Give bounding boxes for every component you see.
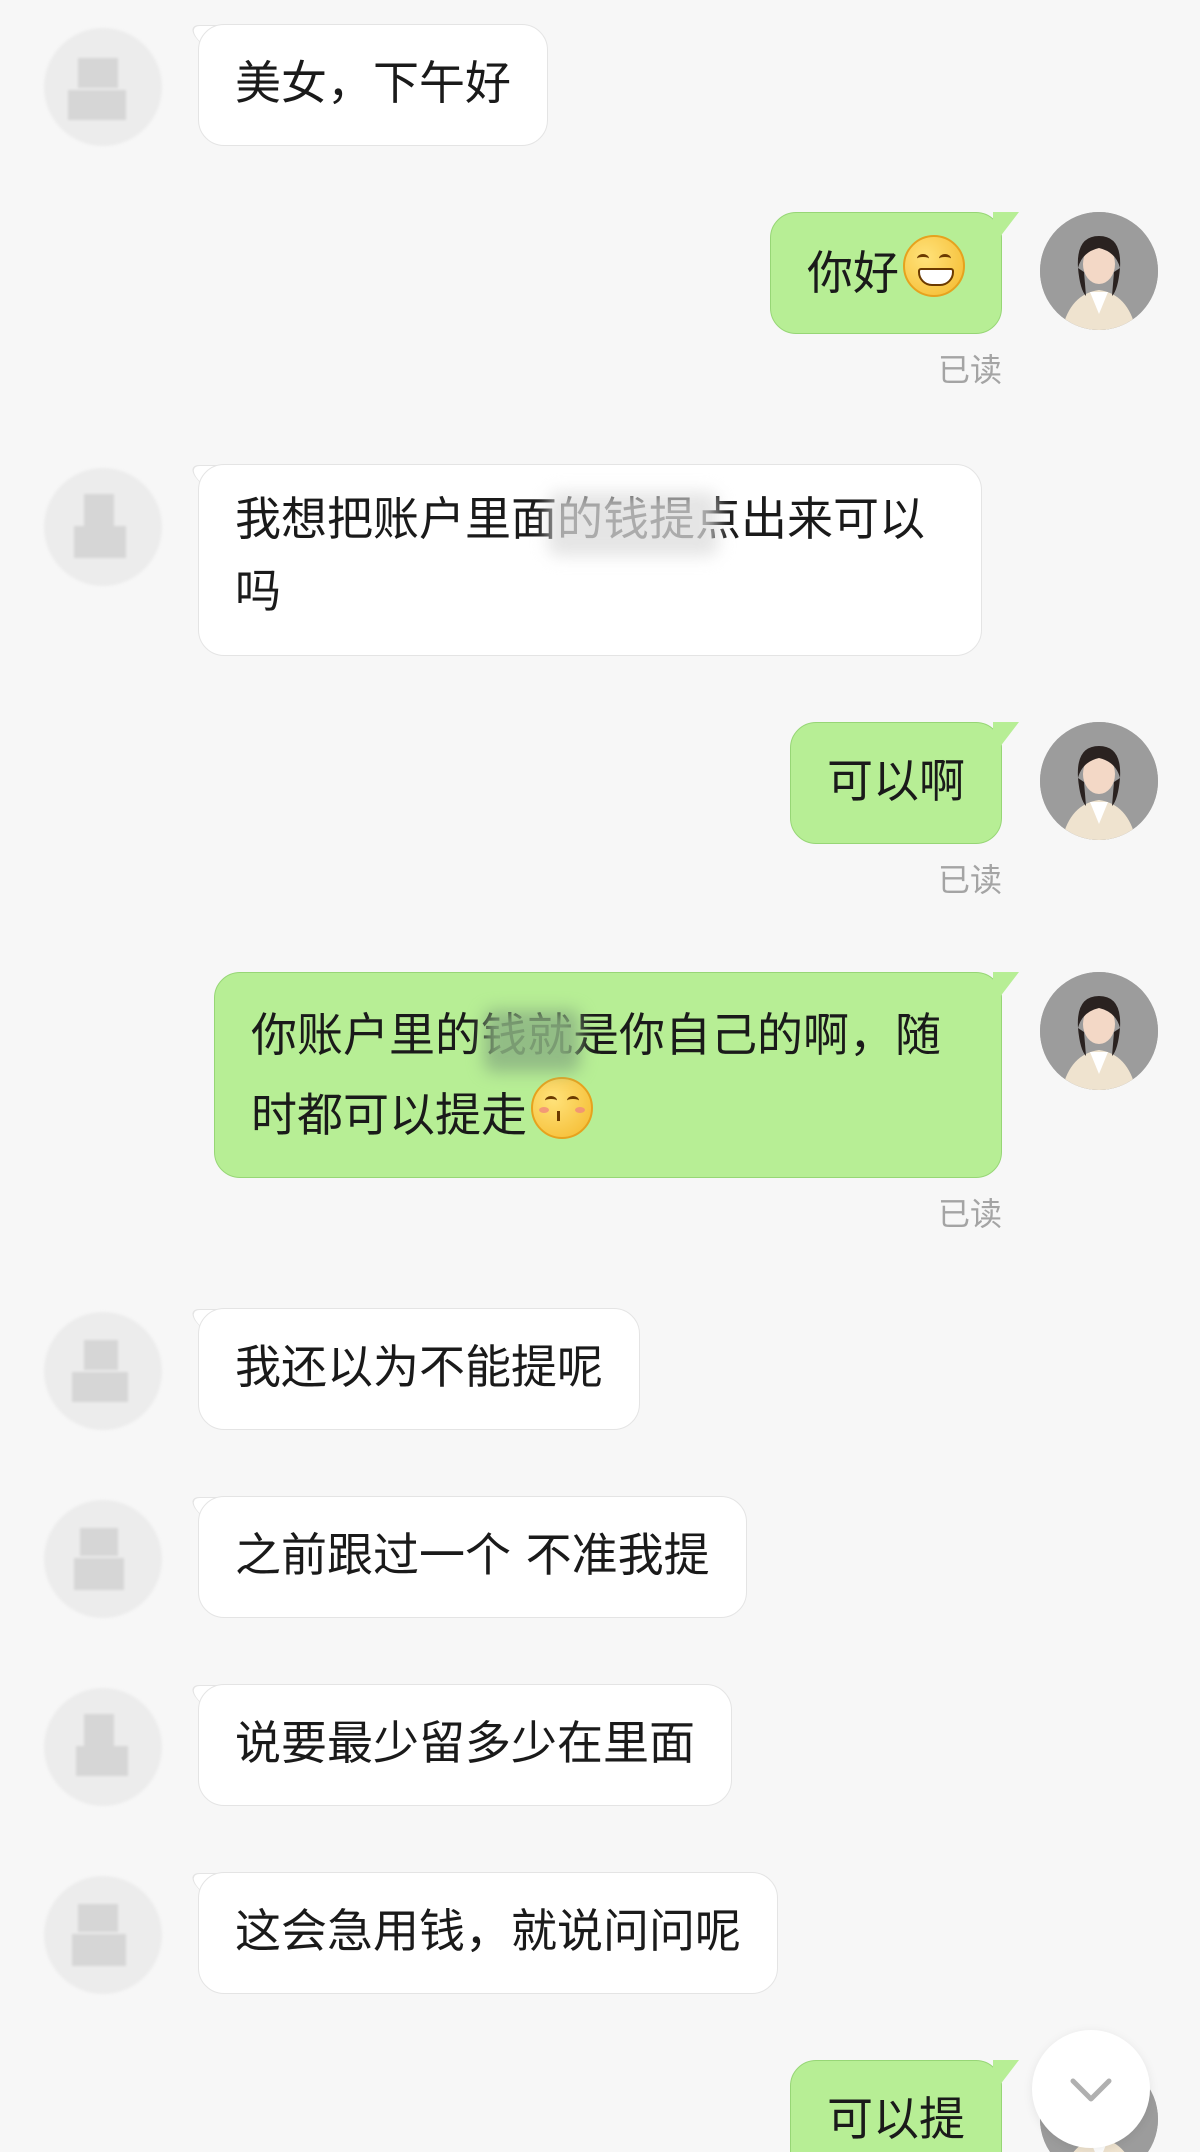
- message-text: 我还以为不能提呢: [235, 1340, 603, 1394]
- contact-avatar[interactable]: [44, 1688, 162, 1806]
- my-avatar[interactable]: [1040, 972, 1158, 1090]
- message-text: 你账户里的钱就是你自己的啊，随时都可以提走: [251, 1008, 941, 1142]
- scroll-down-button[interactable]: [1032, 2030, 1150, 2148]
- message-bubble[interactable]: 美女，下午好: [198, 24, 548, 146]
- message-row: 美女，下午好: [0, 24, 1200, 148]
- read-status: 已读: [937, 351, 1002, 389]
- message-text: 之前跟过一个 不准我提: [235, 1528, 710, 1582]
- chevron-down-icon: [1070, 2078, 1112, 2102]
- contact-avatar[interactable]: [44, 1876, 162, 1994]
- message-bubble[interactable]: 可以啊: [790, 722, 1019, 844]
- contact-avatar[interactable]: [44, 468, 162, 586]
- message-bubble[interactable]: 你好: [770, 212, 1019, 334]
- message-row: 我还以为不能提呢: [0, 1308, 1200, 1432]
- message-row: 你好 已读: [0, 212, 1200, 402]
- message-bubble[interactable]: 这会急用钱，就说问问呢: [198, 1872, 778, 1994]
- message-row: 可以提: [0, 2060, 1200, 2152]
- grinning-face-icon: [903, 235, 965, 297]
- chat-view[interactable]: 美女，下午好 你好 已读 我想把账户里面的钱提点出来可以吗 可以啊 已读 你账户…: [0, 0, 1200, 2152]
- message-bubble[interactable]: 之前跟过一个 不准我提: [198, 1496, 747, 1618]
- message-row: 我想把账户里面的钱提点出来可以吗: [0, 464, 1200, 658]
- message-row: 之前跟过一个 不准我提: [0, 1496, 1200, 1620]
- my-avatar[interactable]: [1040, 722, 1158, 840]
- message-bubble[interactable]: 你账户里的钱就是你自己的啊，随时都可以提走: [214, 972, 1019, 1178]
- message-row: 可以啊 已读: [0, 722, 1200, 908]
- redaction-mask: [548, 492, 718, 556]
- message-row: 这会急用钱，就说问问呢: [0, 1872, 1200, 1996]
- message-text: 你好: [807, 246, 899, 300]
- my-avatar[interactable]: [1040, 212, 1158, 330]
- contact-avatar[interactable]: [44, 1312, 162, 1430]
- read-status: 已读: [937, 861, 1002, 899]
- contact-avatar[interactable]: [44, 1500, 162, 1618]
- redaction-mask: [484, 1010, 580, 1072]
- read-status: 已读: [937, 1195, 1002, 1233]
- message-text: 这会急用钱，就说问问呢: [235, 1904, 741, 1958]
- message-row: 你账户里的钱就是你自己的啊，随时都可以提走 已读: [0, 972, 1200, 1242]
- message-bubble[interactable]: 我还以为不能提呢: [198, 1308, 640, 1430]
- kissing-face-icon: [531, 1077, 593, 1139]
- message-text: 可以提: [827, 2092, 965, 2146]
- message-bubble[interactable]: 可以提: [790, 2060, 1019, 2152]
- message-text: 说要最少留多少在里面: [235, 1716, 695, 1770]
- message-text: 美女，下午好: [235, 56, 511, 110]
- message-bubble[interactable]: 说要最少留多少在里面: [198, 1684, 732, 1806]
- contact-avatar[interactable]: [44, 28, 162, 146]
- message-text: 可以啊: [827, 754, 965, 808]
- message-row: 说要最少留多少在里面: [0, 1684, 1200, 1808]
